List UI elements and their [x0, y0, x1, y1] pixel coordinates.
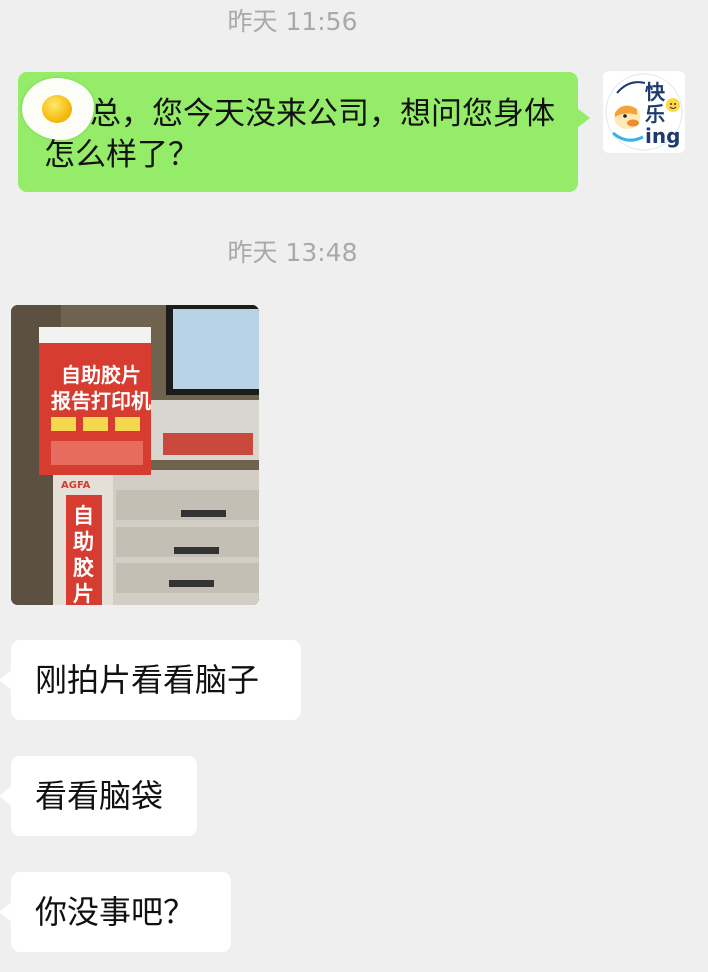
received-message-bubble[interactable]: 你没事吧？	[0, 872, 231, 952]
timestamp: 昨天 13:48	[227, 238, 358, 267]
received-message-bubble[interactable]: 看看脑袋	[0, 756, 197, 836]
received-message-text: 刚拍片看看脑子	[35, 661, 260, 699]
sent-message-bubble[interactable]: 总，您今天没来公司，想问您身体怎么样了？	[18, 72, 590, 192]
fried-egg-sticker-icon	[22, 78, 94, 140]
kiosk-sign-line2: 报告打印机	[51, 389, 151, 413]
received-message-bubble[interactable]: 刚拍片看看脑子	[0, 640, 301, 720]
kiosk-brand: AGFA	[61, 480, 91, 491]
kiosk-side-banner: 自助胶片报告	[73, 504, 94, 605]
timestamp: 昨天 11:56	[227, 7, 358, 36]
sent-message-text: 总，您今天没来公司，想问您身体怎么样了？	[44, 96, 555, 173]
received-message-text: 看看脑袋	[35, 777, 164, 815]
avatar[interactable]: 快乐ing	[603, 71, 685, 153]
received-message-text: 你没事吧？	[35, 893, 196, 931]
photo-message[interactable]: 自助胶片 报告打印机 AGFA 自助胶片报告	[11, 305, 259, 605]
avatar-label: 快乐ing	[645, 80, 681, 148]
kiosk-photo	[11, 305, 259, 605]
kiosk-sign-line1: 自助胶片	[61, 363, 141, 387]
